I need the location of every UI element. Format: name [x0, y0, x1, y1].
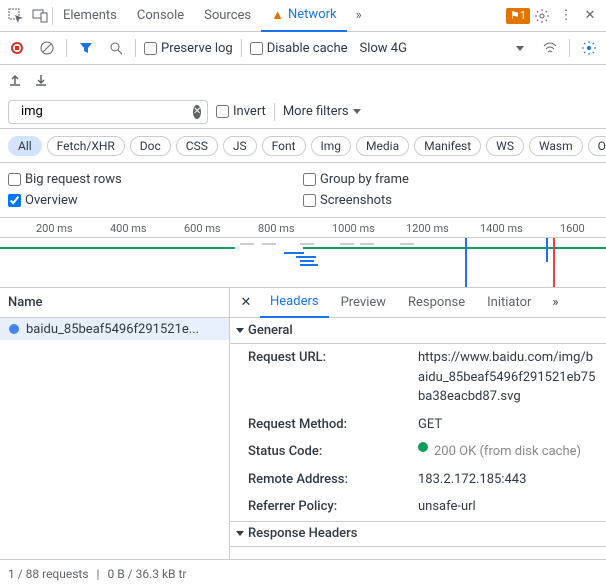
request-url-row: Request URL:https://www.baidu.com/img/ba…: [230, 344, 606, 411]
request-count: 1 / 88 requests: [8, 567, 89, 581]
settings-icon[interactable]: [530, 4, 554, 28]
timeline-body: [0, 238, 606, 288]
tab-network[interactable]: ▲Network: [261, 0, 346, 32]
filter-text-field[interactable]: [21, 104, 187, 119]
separator: [274, 103, 275, 121]
upload-icon[interactable]: [8, 73, 22, 87]
separator: [135, 39, 136, 57]
status-bar: 1 / 88 requests | 0 B / 36.3 kB tr: [0, 560, 606, 588]
type-all[interactable]: All: [8, 136, 42, 156]
request-method-row: Request Method:GET: [230, 411, 606, 439]
preserve-log-checkbox[interactable]: Preserve log: [144, 41, 233, 56]
more-detail-tabs-icon[interactable]: »: [543, 291, 567, 315]
general-section-header[interactable]: General: [230, 318, 606, 344]
response-headers-section-header[interactable]: Response Headers: [230, 521, 606, 547]
wifi-icon[interactable]: [539, 37, 561, 59]
transfer-size: 0 B / 36.3 kB tr: [107, 567, 186, 581]
separator: [569, 39, 570, 57]
request-details: Name baidu_85beaf5496f291521e... ✕ Heade…: [0, 288, 606, 560]
filter-icon[interactable]: [75, 37, 97, 59]
tab-initiator[interactable]: Initiator: [477, 288, 541, 318]
timeline-ruler: 200 ms 400 ms 600 ms 800 ms 1000 ms 1200…: [0, 218, 606, 238]
record-icon[interactable]: [6, 37, 28, 59]
type-doc[interactable]: Doc: [130, 136, 171, 156]
network-toolbar: Preserve log Disable cache Slow 4G: [0, 32, 606, 65]
resource-type-filter: All Fetch/XHR Doc CSS JS Font Img Media …: [0, 129, 606, 163]
type-wasm[interactable]: Wasm: [529, 136, 583, 156]
invert-checkbox[interactable]: Invert: [216, 104, 266, 119]
close-icon[interactable]: ✕: [578, 4, 602, 28]
filter-bar: ✕ Invert More filters: [0, 95, 606, 129]
network-settings-icon[interactable]: [578, 37, 600, 59]
type-js[interactable]: JS: [223, 136, 257, 156]
type-media[interactable]: Media: [356, 136, 409, 156]
issues-badge[interactable]: ⚑1: [506, 8, 530, 24]
throttle-dropdown-icon[interactable]: [509, 37, 531, 59]
expand-icon: [236, 328, 244, 333]
group-frame-checkbox[interactable]: Group by frame: [303, 169, 598, 190]
separator: [241, 39, 242, 57]
referrer-policy-row: Referrer Policy:unsafe-url: [230, 493, 606, 521]
more-tabs-icon[interactable]: »: [347, 4, 371, 28]
har-toolbar: [0, 65, 606, 95]
devtools-tabs: Elements Console Sources ▲Network » ⚑1 ⋮…: [0, 0, 606, 32]
overview-checkbox[interactable]: Overview: [8, 190, 303, 211]
more-filters-dropdown[interactable]: More filters: [283, 104, 361, 119]
type-css[interactable]: CSS: [176, 136, 218, 156]
name-header[interactable]: Name: [0, 288, 229, 318]
type-other[interactable]: Other: [588, 136, 606, 156]
type-font[interactable]: Font: [262, 136, 306, 156]
status-code-row: Status Code:200 OK (from disk cache): [230, 438, 606, 466]
device-icon[interactable]: [28, 4, 52, 28]
details-tabs: ✕ Headers Preview Response Initiator »: [230, 288, 606, 318]
tab-console[interactable]: Console: [127, 0, 194, 32]
menu-icon[interactable]: ⋮: [554, 4, 578, 28]
tab-preview[interactable]: Preview: [331, 288, 396, 318]
type-fetch[interactable]: Fetch/XHR: [47, 136, 125, 156]
status-dot-icon: [418, 442, 428, 452]
tab-elements[interactable]: Elements: [53, 0, 127, 32]
screenshots-checkbox[interactable]: Screenshots: [303, 190, 598, 211]
view-options: Big request rows Group by frame Overview…: [0, 163, 606, 218]
disable-cache-checkbox[interactable]: Disable cache: [250, 41, 348, 56]
download-icon[interactable]: [34, 73, 48, 87]
throttle-select[interactable]: Slow 4G: [360, 41, 407, 56]
big-rows-checkbox[interactable]: Big request rows: [8, 169, 303, 190]
expand-icon: [236, 531, 244, 536]
clear-icon[interactable]: [36, 37, 58, 59]
tab-sources[interactable]: Sources: [194, 0, 261, 32]
search-icon[interactable]: [105, 37, 127, 59]
remote-address-row: Remote Address:183.2.172.185:443: [230, 466, 606, 494]
tab-headers[interactable]: Headers: [260, 288, 329, 318]
close-details-icon[interactable]: ✕: [234, 291, 258, 315]
clear-filter-icon[interactable]: ✕: [193, 105, 201, 119]
separator: [66, 39, 67, 57]
type-img[interactable]: Img: [311, 136, 352, 156]
favicon-icon: [8, 323, 20, 335]
name-column: Name baidu_85beaf5496f291521e...: [0, 288, 230, 559]
filter-input[interactable]: ✕: [8, 100, 208, 124]
tab-response[interactable]: Response: [398, 288, 475, 318]
warning-icon: ▲: [271, 7, 284, 23]
timeline-overview[interactable]: 200 ms 400 ms 600 ms 800 ms 1000 ms 1200…: [0, 218, 606, 288]
type-ws[interactable]: WS: [486, 136, 524, 156]
request-row[interactable]: baidu_85beaf5496f291521e...: [0, 318, 229, 340]
type-manifest[interactable]: Manifest: [414, 136, 481, 156]
details-pane: ✕ Headers Preview Response Initiator » G…: [230, 288, 606, 559]
inspect-icon[interactable]: [4, 4, 28, 28]
